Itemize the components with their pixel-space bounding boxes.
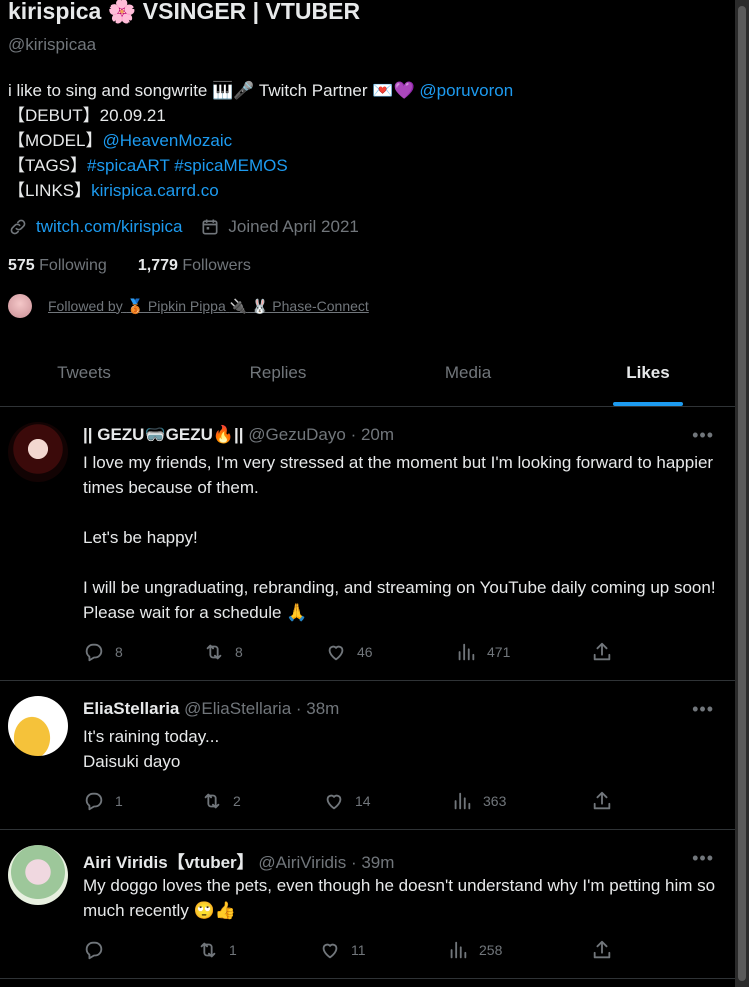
tweet-time[interactable]: · 38m xyxy=(296,699,339,718)
reply-icon xyxy=(85,941,103,960)
tab-replies[interactable]: Replies xyxy=(168,346,388,406)
analytics-icon xyxy=(454,792,471,810)
retweet-icon xyxy=(200,942,216,958)
views-button[interactable]: 363 xyxy=(451,790,506,812)
profile-tabs: Tweets Replies Media Likes xyxy=(0,346,735,407)
avatar[interactable] xyxy=(8,696,68,756)
tab-media[interactable]: Media xyxy=(388,346,548,406)
tweet-time[interactable]: · 20m xyxy=(351,425,394,444)
tweet-text: I love my friends, I'm very stressed at … xyxy=(83,453,716,622)
bio-debut: 【DEBUT】20.09.21 xyxy=(8,106,166,125)
views-button[interactable]: 471 xyxy=(455,641,510,663)
bio-model: 【MODEL】@HeavenMozaic xyxy=(8,131,233,150)
followed-by-text: Followed by 🥉 Pipkin Pippa 🔌 🐰 Phase-Con… xyxy=(48,297,369,314)
active-tab-indicator xyxy=(613,402,683,406)
hashtag-link[interactable]: #spicaART xyxy=(87,156,170,175)
followers-link[interactable]: 1,779 Followers xyxy=(138,257,251,274)
scrollbar-thumb[interactable] xyxy=(738,6,746,981)
tweet-header: Airi Viridis【vtuber】 @AiriViridis · 39m xyxy=(83,848,394,873)
more-options-icon[interactable]: ••• xyxy=(692,699,714,720)
scrollbar[interactable] xyxy=(735,0,749,987)
tweet-header: || GEZU🥽GEZU🔥|| @GezuDayo · 20m xyxy=(83,425,394,445)
reply-button[interactable] xyxy=(83,939,115,961)
carrd-link[interactable]: kirispica.carrd.co xyxy=(91,181,219,200)
tab-likes[interactable]: Likes xyxy=(548,346,748,406)
poruvoron-link[interactable]: @poruvoron xyxy=(419,81,513,100)
profile-handle: @kirispicaa xyxy=(8,35,97,54)
tweet-actions: 8 8 46 471 xyxy=(83,641,623,665)
tweet-actions: 1 2 14 363 xyxy=(83,790,623,814)
reply-button[interactable]: 1 xyxy=(83,790,123,812)
heart-emoji: 💌💜 xyxy=(372,81,415,100)
retweet-icon xyxy=(206,644,222,660)
retweet-button[interactable]: 8 xyxy=(203,641,243,663)
heart-icon xyxy=(322,943,338,959)
tweet-author-handle[interactable]: @AiriViridis xyxy=(258,853,346,872)
tweet-author-handle[interactable]: @GezuDayo xyxy=(248,425,346,444)
bio-tags: 【TAGS】#spicaART #spicaMEMOS xyxy=(8,156,288,175)
like-button[interactable]: 11 xyxy=(319,939,366,961)
share-button[interactable] xyxy=(591,641,623,663)
hashtag-link[interactable]: #spicaMEMOS xyxy=(174,156,287,175)
follow-stats: 575 Following 1,779 Followers xyxy=(8,257,251,275)
tab-tweets[interactable]: Tweets xyxy=(0,346,168,406)
more-options-icon[interactable]: ••• xyxy=(692,848,714,869)
heart-icon xyxy=(328,645,344,661)
reply-button[interactable]: 8 xyxy=(83,641,123,663)
follower-avatar xyxy=(8,294,32,318)
following-link[interactable]: 575 Following xyxy=(8,257,107,274)
music-emoji: 🎹🎤 xyxy=(212,81,255,100)
profile-bio: i like to sing and songwrite 🎹🎤 Twitch P… xyxy=(8,78,513,203)
tweet-author-name[interactable]: EliaStellaria xyxy=(83,699,179,718)
link-icon xyxy=(10,219,26,235)
model-link[interactable]: @HeavenMozaic xyxy=(102,131,232,150)
flower-emoji: 🌸 xyxy=(107,0,137,24)
tweet-text: My doggo loves the pets, even though he … xyxy=(83,876,716,920)
calendar-icon xyxy=(202,219,218,235)
profile-meta: twitch.com/kirispica Joined April 2021 xyxy=(8,217,359,237)
avatar[interactable] xyxy=(8,422,68,482)
analytics-icon xyxy=(458,643,475,661)
plug-emoji: 🔌 xyxy=(229,297,248,314)
share-icon xyxy=(593,791,611,810)
tweet-actions: 1 11 258 xyxy=(83,939,623,963)
profile-name: kirispica 🌸 VSINGER | VTUBER xyxy=(8,0,361,24)
tweet-header: EliaStellaria @EliaStellaria · 38m xyxy=(83,699,339,719)
heart-icon xyxy=(326,794,342,810)
tweet[interactable]: EliaStellaria @EliaStellaria · 38m ••• I… xyxy=(0,681,735,830)
tweet-author-name[interactable]: || GEZU🥽GEZU🔥|| xyxy=(83,425,244,444)
share-icon xyxy=(593,642,611,661)
reply-icon xyxy=(85,792,103,811)
retweet-button[interactable]: 1 xyxy=(197,939,237,961)
bio-line-1: i like to sing and songwrite 🎹🎤 Twitch P… xyxy=(8,81,514,100)
bio-links: 【LINKS】kirispica.carrd.co xyxy=(8,181,219,200)
followed-by[interactable]: Followed by 🥉 Pipkin Pippa 🔌 🐰 Phase-Con… xyxy=(8,294,369,318)
retweet-icon xyxy=(204,793,220,809)
share-button[interactable] xyxy=(591,790,623,812)
avatar[interactable] xyxy=(8,845,68,905)
tweet-author-name[interactable]: Airi Viridis【vtuber】 xyxy=(83,853,254,872)
tweet[interactable]: Airi Viridis【vtuber】 @AiriViridis · 39m … xyxy=(0,830,735,979)
tweet[interactable]: || GEZU🥽GEZU🔥|| @GezuDayo · 20m ••• I lo… xyxy=(0,407,735,681)
tweet-time[interactable]: · 39m xyxy=(351,853,394,872)
share-button[interactable] xyxy=(591,939,623,961)
share-icon xyxy=(593,940,611,959)
reply-icon xyxy=(85,643,103,662)
analytics-icon xyxy=(450,941,467,959)
tweet-author-handle[interactable]: @EliaStellaria xyxy=(184,699,291,718)
website-link[interactable]: twitch.com/kirispica xyxy=(36,217,182,237)
retweet-button[interactable]: 2 xyxy=(201,790,241,812)
views-button[interactable]: 258 xyxy=(447,939,502,961)
like-button[interactable]: 46 xyxy=(325,641,373,663)
joined-date: Joined April 2021 xyxy=(228,217,359,236)
more-options-icon[interactable]: ••• xyxy=(692,425,714,446)
tweet-text: It's raining today... Daisuki dayo xyxy=(83,727,220,771)
like-button[interactable]: 14 xyxy=(323,790,371,812)
